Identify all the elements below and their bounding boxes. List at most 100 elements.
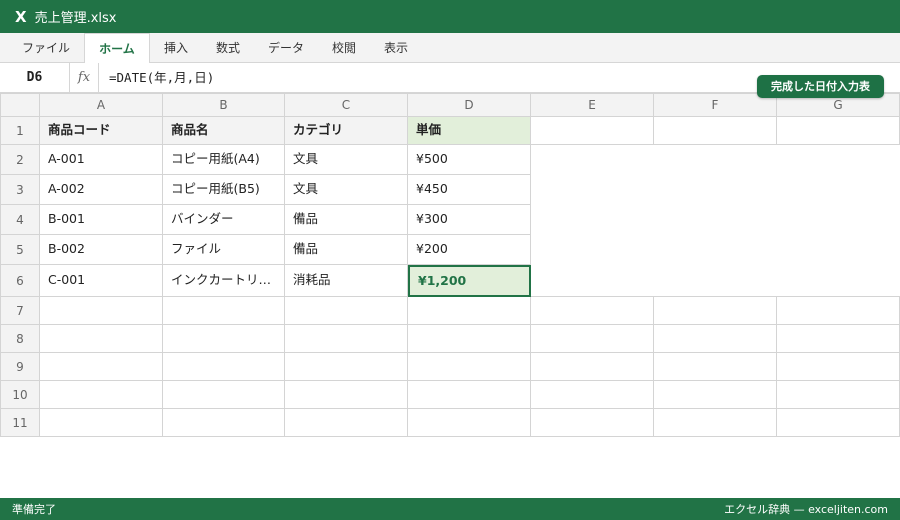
cell-c4[interactable]: 備品 [285, 205, 408, 235]
cell-a6[interactable]: C-001 [40, 265, 163, 297]
cell-e7[interactable] [531, 297, 654, 325]
cell-d8[interactable] [408, 325, 531, 353]
cell-b6[interactable]: インクカートリ… [163, 265, 285, 297]
tab-home[interactable]: ホーム [84, 33, 150, 64]
cell-f2[interactable] [654, 145, 777, 175]
cell-g3[interactable] [777, 175, 900, 205]
row-header-8[interactable]: 8 [0, 325, 40, 353]
cell-d1[interactable]: 単価 [408, 117, 531, 145]
cell-g5[interactable] [777, 235, 900, 265]
cell-f6[interactable] [654, 265, 777, 297]
cell-d10[interactable] [408, 381, 531, 409]
cell-b11[interactable] [163, 409, 285, 437]
cell-e1[interactable] [531, 117, 654, 145]
cell-e6[interactable] [531, 265, 654, 297]
cell-a9[interactable] [40, 353, 163, 381]
cell-g2[interactable] [777, 145, 900, 175]
row-header-7[interactable]: 7 [0, 297, 40, 325]
cell-a4[interactable]: B-001 [40, 205, 163, 235]
cell-f7[interactable] [654, 297, 777, 325]
row-header-10[interactable]: 10 [0, 381, 40, 409]
cell-d2[interactable]: ¥500 [408, 145, 531, 175]
cell-c11[interactable] [285, 409, 408, 437]
cell-e2[interactable] [531, 145, 654, 175]
cell-a1[interactable]: 商品コード [40, 117, 163, 145]
cell-c7[interactable] [285, 297, 408, 325]
cell-g7[interactable] [777, 297, 900, 325]
cell-f3[interactable] [654, 175, 777, 205]
cell-e4[interactable] [531, 205, 654, 235]
cell-g1[interactable] [777, 117, 900, 145]
cell-c6[interactable]: 消耗品 [285, 265, 408, 297]
cell-c10[interactable] [285, 381, 408, 409]
row-header-3[interactable]: 3 [0, 175, 40, 205]
cell-c5[interactable]: 備品 [285, 235, 408, 265]
cell-f11[interactable] [654, 409, 777, 437]
cell-g11[interactable] [777, 409, 900, 437]
tab-data[interactable]: データ [256, 33, 316, 63]
cell-a10[interactable] [40, 381, 163, 409]
cell-c1[interactable]: カテゴリ [285, 117, 408, 145]
row-header-4[interactable]: 4 [0, 205, 40, 235]
cell-b7[interactable] [163, 297, 285, 325]
cell-e3[interactable] [531, 175, 654, 205]
cell-b9[interactable] [163, 353, 285, 381]
row-header-1[interactable]: 1 [0, 117, 40, 145]
column-header-b[interactable]: B [163, 93, 285, 117]
row-header-2[interactable]: 2 [0, 145, 40, 175]
select-all-corner[interactable] [0, 93, 40, 117]
column-header-e[interactable]: E [531, 93, 654, 117]
cell-b5[interactable]: ファイル [163, 235, 285, 265]
column-header-d[interactable]: D [408, 93, 531, 117]
cell-c2[interactable]: 文具 [285, 145, 408, 175]
row-header-6[interactable]: 6 [0, 265, 40, 297]
cell-c3[interactable]: 文具 [285, 175, 408, 205]
cell-g8[interactable] [777, 325, 900, 353]
cell-e9[interactable] [531, 353, 654, 381]
tab-file[interactable]: ファイル [10, 33, 82, 63]
tab-formulas[interactable]: 数式 [204, 33, 252, 63]
cell-b1[interactable]: 商品名 [163, 117, 285, 145]
name-box[interactable]: D6 [0, 63, 70, 93]
cell-a11[interactable] [40, 409, 163, 437]
cell-a2[interactable]: A-001 [40, 145, 163, 175]
cell-d11[interactable] [408, 409, 531, 437]
row-header-5[interactable]: 5 [0, 235, 40, 265]
cell-d4[interactable]: ¥300 [408, 205, 531, 235]
cell-g4[interactable] [777, 205, 900, 235]
row-header-11[interactable]: 11 [0, 409, 40, 437]
column-header-c[interactable]: C [285, 93, 408, 117]
tab-insert[interactable]: 挿入 [152, 33, 200, 63]
cell-f10[interactable] [654, 381, 777, 409]
cell-c8[interactable] [285, 325, 408, 353]
cell-c9[interactable] [285, 353, 408, 381]
function-icon[interactable]: fx [70, 63, 99, 93]
cell-a5[interactable]: B-002 [40, 235, 163, 265]
cell-f8[interactable] [654, 325, 777, 353]
row-header-9[interactable]: 9 [0, 353, 40, 381]
cell-e8[interactable] [531, 325, 654, 353]
cell-f4[interactable] [654, 205, 777, 235]
column-header-a[interactable]: A [40, 93, 163, 117]
cell-g6[interactable] [777, 265, 900, 297]
cell-d9[interactable] [408, 353, 531, 381]
cell-d7[interactable] [408, 297, 531, 325]
cell-f9[interactable] [654, 353, 777, 381]
cell-f1[interactable] [654, 117, 777, 145]
cell-d6[interactable]: ¥1,200 [408, 265, 531, 297]
cell-d3[interactable]: ¥450 [408, 175, 531, 205]
cell-e5[interactable] [531, 235, 654, 265]
cell-a8[interactable] [40, 325, 163, 353]
cell-g9[interactable] [777, 353, 900, 381]
cell-f5[interactable] [654, 235, 777, 265]
cell-b8[interactable] [163, 325, 285, 353]
cell-g10[interactable] [777, 381, 900, 409]
tab-view[interactable]: 表示 [372, 33, 420, 63]
cell-a3[interactable]: A-002 [40, 175, 163, 205]
cell-b10[interactable] [163, 381, 285, 409]
cell-b4[interactable]: バインダー [163, 205, 285, 235]
cell-e10[interactable] [531, 381, 654, 409]
cell-d5[interactable]: ¥200 [408, 235, 531, 265]
formula-input[interactable]: =DATE(年,月,日) [109, 63, 214, 93]
cell-e11[interactable] [531, 409, 654, 437]
